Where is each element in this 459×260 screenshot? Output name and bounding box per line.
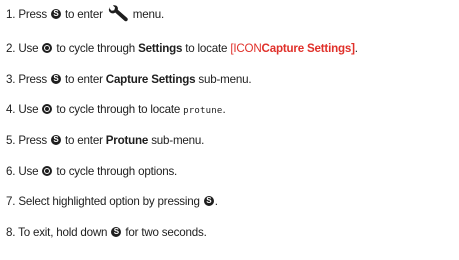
step-number: 5. bbox=[6, 134, 16, 148]
step-text: To exit, hold down bbox=[18, 226, 108, 240]
protune-screen-label: protune bbox=[183, 106, 223, 117]
protune-label: Protune bbox=[105, 134, 149, 148]
step-text: Use bbox=[18, 103, 39, 117]
capture-settings-label: Capture Settings bbox=[105, 72, 196, 86]
step-number: 3. bbox=[6, 72, 16, 86]
step-text: Use bbox=[18, 164, 39, 178]
step-text: for two seconds. bbox=[125, 226, 207, 240]
settings-label: Settings bbox=[138, 42, 183, 55]
step-text: . bbox=[222, 103, 226, 117]
step-number: 6. bbox=[6, 164, 16, 178]
step-text: Press bbox=[18, 8, 47, 21]
step-text: to enter bbox=[65, 8, 103, 21]
shutter-select-button-icon bbox=[111, 227, 122, 238]
step-number: 1. bbox=[6, 8, 16, 21]
instruction-list: 1. Press to enter menu. 2. Use to cycle … bbox=[6, 4, 456, 249]
step-2: 2. Use to cycle through Settings to loca… bbox=[6, 34, 456, 65]
step-text: to enter bbox=[65, 72, 103, 86]
step-5: 5. Press to enter Protune sub-menu. bbox=[6, 126, 456, 157]
step-text: menu. bbox=[132, 8, 165, 21]
mode-button-icon bbox=[42, 43, 53, 53]
step-6: 6. Use to cycle through options. bbox=[6, 157, 456, 188]
step-text: sub-menu. bbox=[151, 134, 205, 148]
step-text: Select highlighted option by pressing bbox=[18, 195, 200, 209]
step-text: Use bbox=[18, 42, 39, 55]
step-number: 2. bbox=[6, 42, 16, 55]
step-text: to cycle through options. bbox=[56, 164, 178, 178]
shutter-select-button-icon bbox=[50, 9, 61, 19]
step-text: to locate bbox=[185, 42, 228, 55]
step-text: . bbox=[354, 42, 358, 55]
step-7: 7. Select highlighted option by pressing… bbox=[6, 187, 456, 218]
step-text: Press bbox=[18, 72, 47, 86]
step-1: 1. Press to enter menu. bbox=[6, 4, 456, 26]
step-3: 3. Press to enter Capture Settings sub-m… bbox=[6, 65, 456, 96]
wrench-settings-icon bbox=[108, 5, 128, 22]
step-text: to enter bbox=[65, 134, 103, 148]
icon-placeholder-prefix: [ICON bbox=[230, 42, 262, 55]
mode-button-icon bbox=[42, 104, 53, 115]
step-number: 7. bbox=[6, 195, 16, 209]
step-text: to cycle through bbox=[56, 42, 136, 55]
capture-settings-placeholder: Capture Settings] bbox=[261, 42, 355, 55]
step-8: 8. To exit, hold down for two seconds. bbox=[6, 218, 456, 249]
shutter-select-button-icon bbox=[50, 73, 61, 84]
step-text: sub-menu. bbox=[198, 72, 252, 86]
step-text: Press bbox=[18, 134, 47, 148]
step-number: 4. bbox=[6, 103, 16, 117]
step-text: to cycle through to locate bbox=[56, 103, 181, 117]
mode-button-icon bbox=[42, 165, 53, 176]
step-4: 4. Use to cycle through to locate protun… bbox=[6, 95, 456, 126]
step-text: . bbox=[214, 195, 218, 209]
step-number: 8. bbox=[6, 226, 16, 240]
shutter-select-button-icon bbox=[50, 135, 61, 146]
shutter-select-button-icon bbox=[203, 196, 214, 207]
